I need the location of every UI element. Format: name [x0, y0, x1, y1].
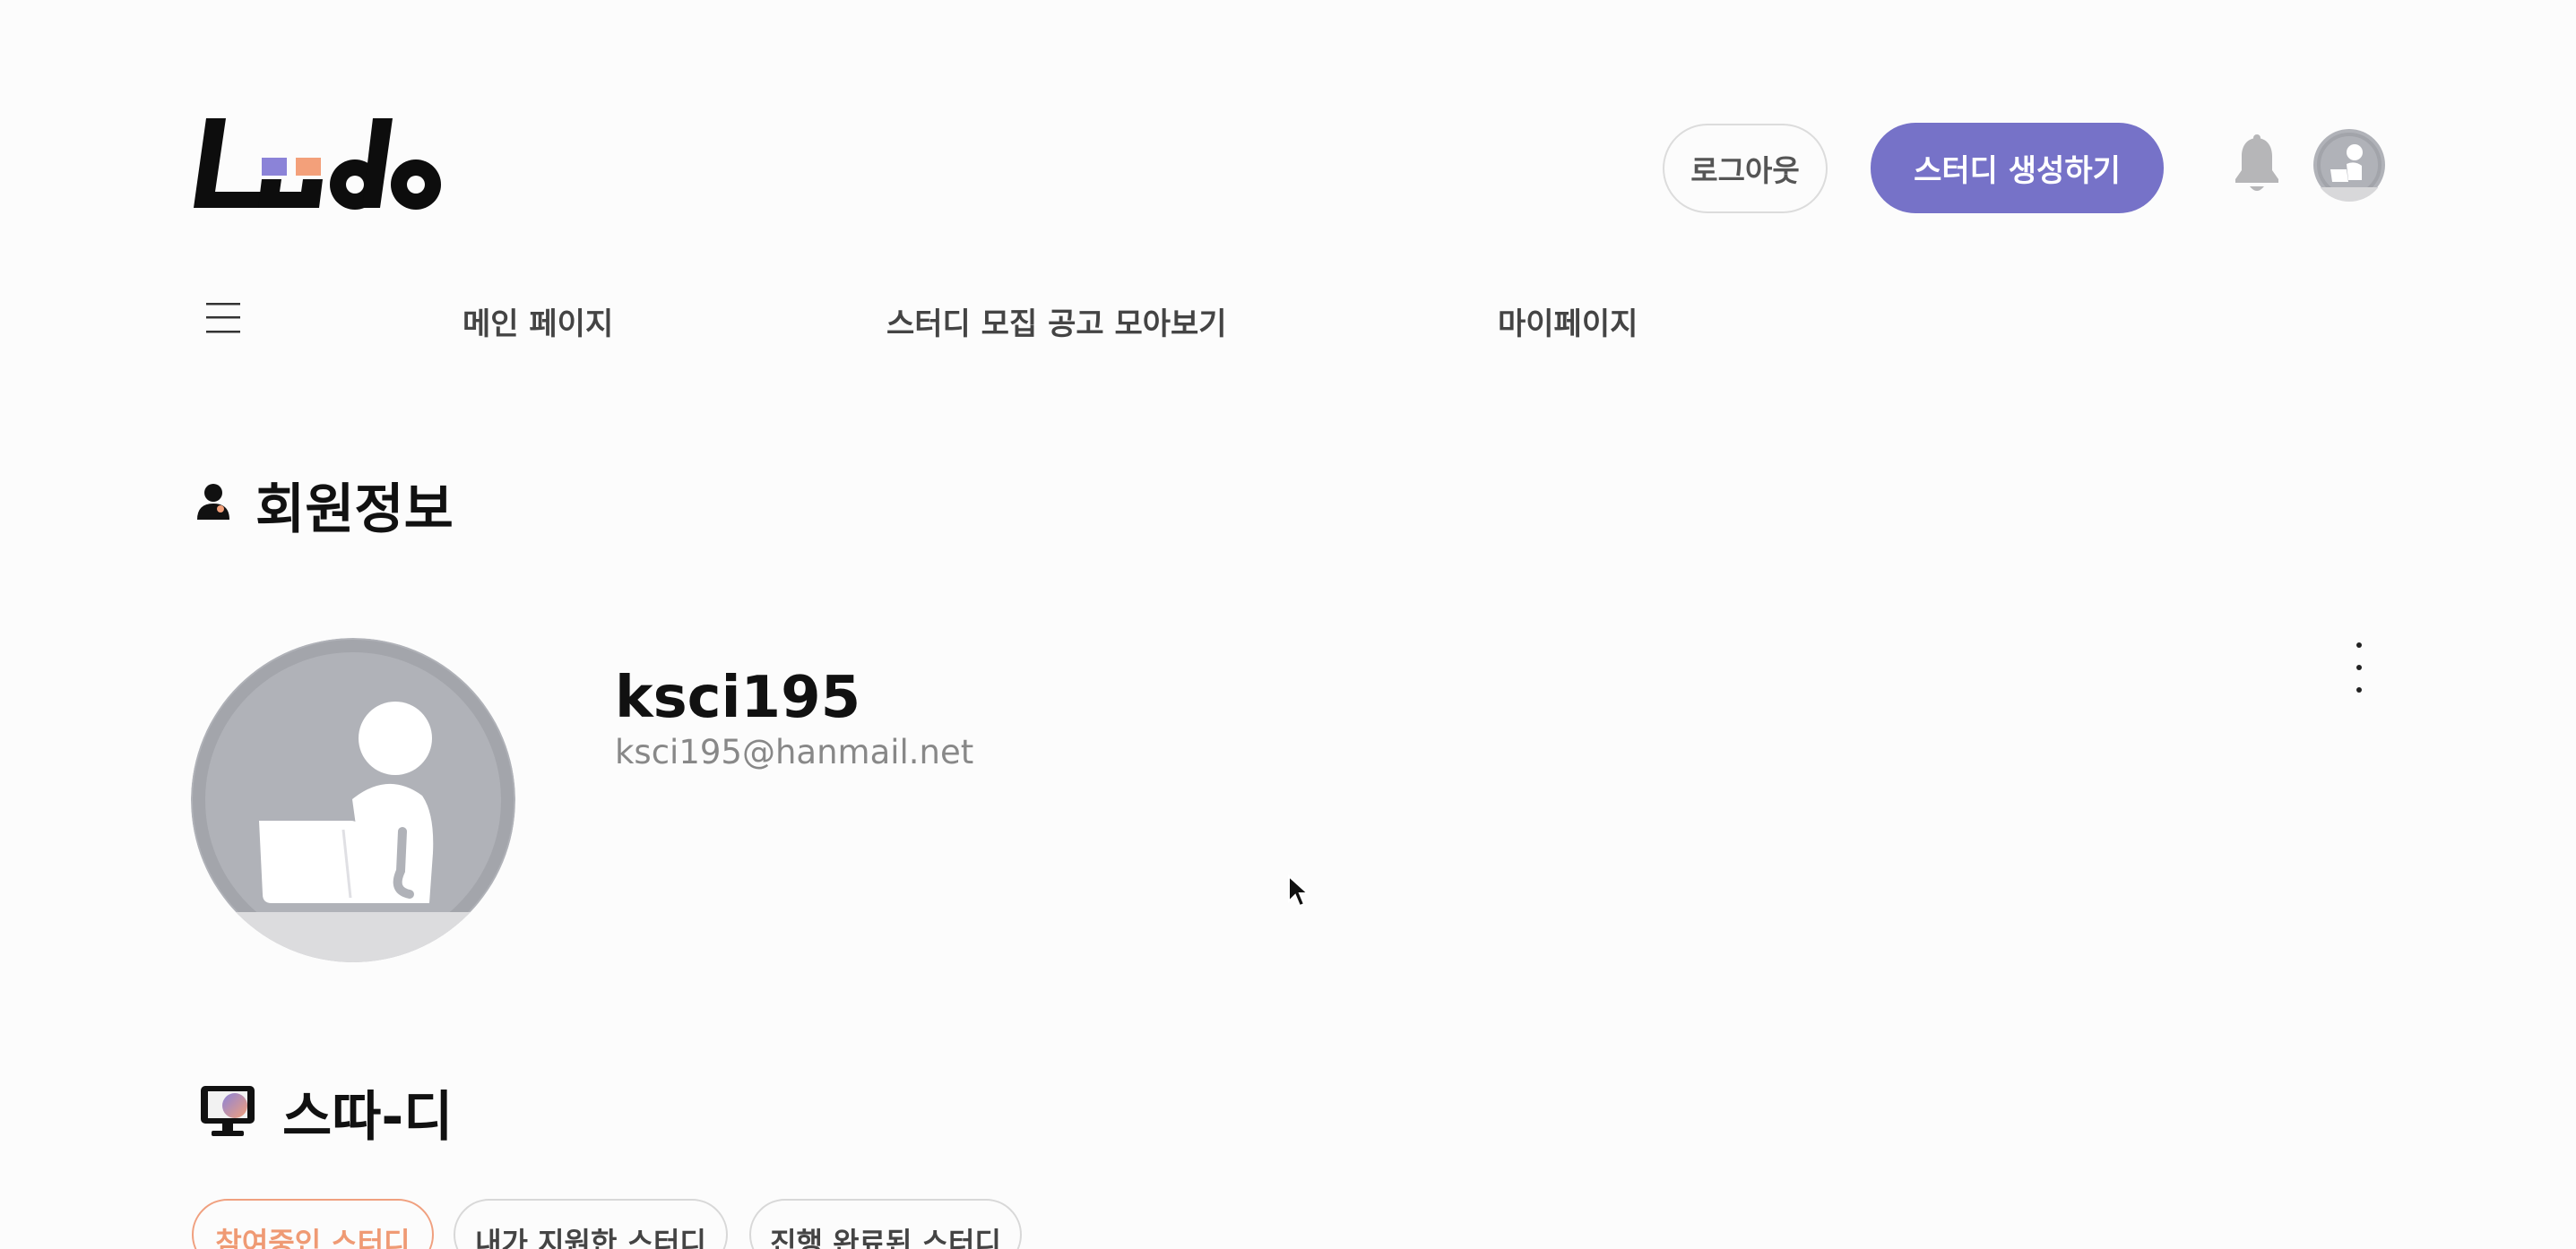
monitor-icon [199, 1084, 256, 1141]
tab-participating-studies[interactable]: 참여중인 스터디 [192, 1199, 434, 1249]
profile-avatar-icon[interactable] [191, 638, 515, 962]
mouse-cursor-icon [1287, 874, 1310, 909]
member-info-title: 회원정보 [255, 478, 454, 541]
tab-applied-studies[interactable]: 내가 지원한 스터디 [454, 1199, 728, 1249]
nav-my-page[interactable]: 마이페이지 [1498, 299, 1638, 343]
header-avatar-icon[interactable] [2312, 128, 2386, 202]
logo-graphic [194, 118, 441, 210]
user-icon [195, 482, 231, 523]
bell-icon[interactable] [2232, 134, 2282, 195]
study-section-title: 스따-디 [282, 1086, 454, 1149]
profile-email: ksci195@hanmail.net [615, 733, 974, 771]
ludo-logo[interactable] [194, 115, 445, 215]
profile-username: ksci195 [615, 665, 861, 731]
my-page: 로그아웃 스터디 생성하기 메인 페이지 스터디 모집 공고 모아보기 마이페이… [0, 0, 2576, 1249]
logout-button[interactable]: 로그아웃 [1663, 124, 1828, 213]
create-study-button[interactable]: 스터디 생성하기 [1871, 123, 2164, 213]
nav-main-page[interactable]: 메인 페이지 [462, 299, 613, 343]
nav-study-recruitment[interactable]: 스터디 모집 공고 모아보기 [886, 299, 1227, 343]
tab-completed-studies[interactable]: 진행 완료된 스터디 [749, 1199, 1022, 1249]
vertical-ellipsis-icon[interactable] [2348, 642, 2370, 693]
hamburger-menu-icon[interactable] [204, 299, 242, 337]
